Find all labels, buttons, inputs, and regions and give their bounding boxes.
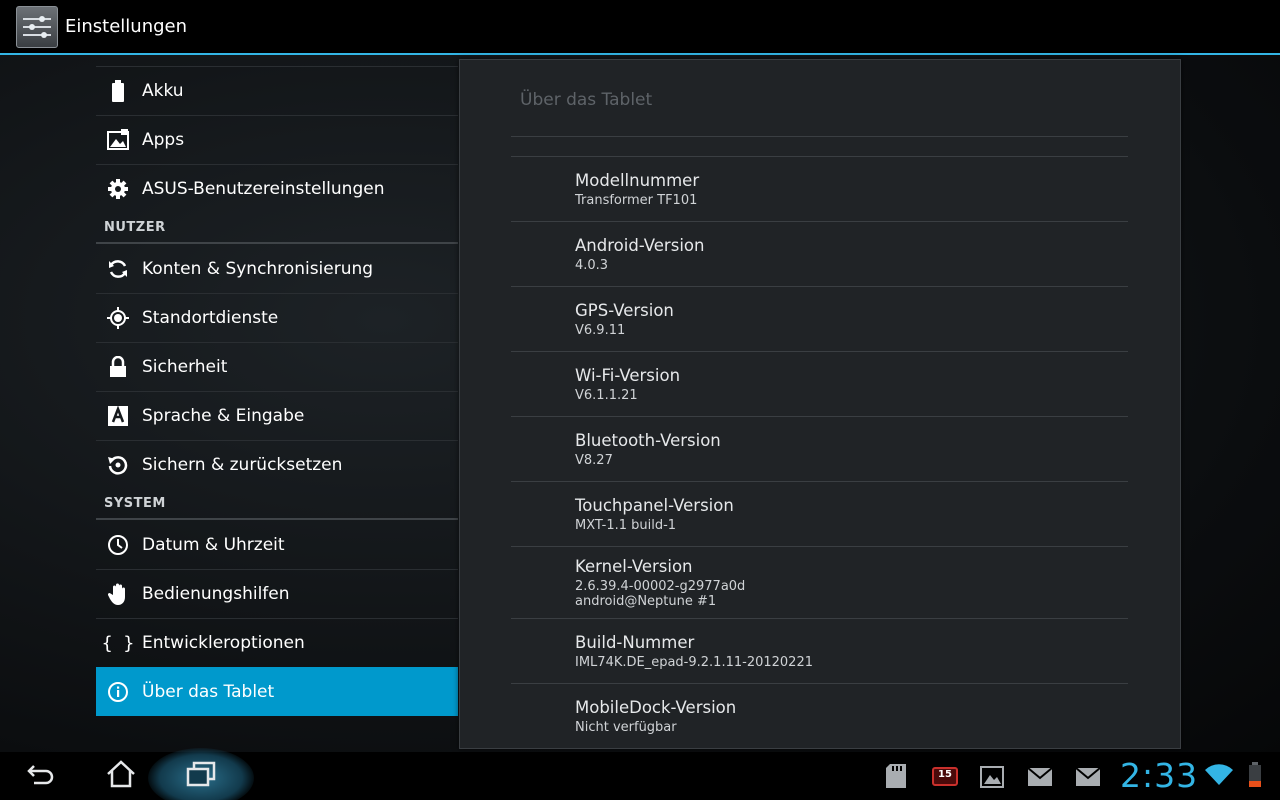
info-item-build-number[interactable]: Build-Nummer IML74K.DE_epad-9.2.1.11-201…: [511, 619, 1128, 684]
info-list: Modellnummer Transformer TF101 Android-V…: [511, 157, 1128, 748]
info-item-value: V6.1.1.21: [575, 388, 638, 403]
info-item-model[interactable]: Modellnummer Transformer TF101: [511, 157, 1128, 222]
home-button[interactable]: [98, 752, 144, 800]
system-bar: 15 2:33: [0, 748, 1280, 800]
info-item-title: Touchpanel-Version: [575, 496, 734, 515]
list-item-label: Bedienungshilfen: [142, 584, 290, 604]
section-header-user: NUTZER: [96, 213, 458, 244]
back-icon: [26, 762, 56, 790]
info-item-value: V6.9.11: [575, 323, 626, 338]
info-item-title: Kernel-Version: [575, 557, 693, 576]
settings-category-list: Akku Apps ASUS-Benutzereinstellungen NUT…: [96, 66, 458, 716]
list-item-accessibility[interactable]: Bedienungshilfen: [96, 569, 458, 618]
info-item-android-version[interactable]: Android-Version 4.0.3: [511, 222, 1128, 287]
sync-icon: [106, 257, 130, 281]
app-title: Einstellungen: [65, 16, 188, 37]
recent-apps-icon: [186, 761, 216, 791]
battery-low-icon[interactable]: [1248, 762, 1262, 792]
info-item-title: Build-Nummer: [575, 633, 695, 652]
mail-icon[interactable]: [1075, 767, 1101, 790]
settings-sliders-icon[interactable]: [16, 5, 58, 48]
list-item-label: Datum & Uhrzeit: [142, 534, 285, 555]
info-item-gps-version[interactable]: GPS-Version V6.9.11: [511, 287, 1128, 352]
info-item-title: Modellnummer: [575, 171, 700, 190]
list-item-akku[interactable]: Akku: [96, 66, 458, 115]
sd-card-icon[interactable]: [884, 763, 908, 793]
action-bar: Einstellungen: [0, 0, 1280, 55]
info-item-bluetooth-version[interactable]: Bluetooth-Version V8.27: [511, 417, 1128, 482]
about-tablet-panel: Über das Tablet Modellnummer Transformer…: [459, 59, 1181, 749]
list-item-location[interactable]: Standortdienste: [96, 293, 458, 342]
list-item-developer-options[interactable]: { } Entwickleroptionen: [96, 618, 458, 667]
divider: [511, 136, 1128, 137]
info-item-value: 2.6.39.4-00002-g2977a0d: [575, 579, 746, 594]
info-item-value: IML74K.DE_epad-9.2.1.11-20120221: [575, 655, 813, 670]
list-item-label: Entwickleroptionen: [142, 633, 305, 653]
location-icon: [106, 306, 130, 330]
language-icon: [106, 404, 130, 428]
info-item-title: Bluetooth-Version: [575, 431, 721, 450]
list-item-label: Über das Tablet: [142, 682, 275, 702]
list-item-label: Konten & Synchronisierung: [142, 258, 374, 279]
info-item-value: Nicht verfügbar: [575, 720, 677, 735]
panel-title: Über das Tablet: [520, 90, 653, 110]
apps-icon: [106, 128, 130, 152]
clock-icon: [106, 533, 130, 557]
list-item-date-time[interactable]: Datum & Uhrzeit: [96, 520, 458, 569]
list-item-label: Akku: [142, 81, 184, 101]
list-item-label: ASUS-Benutzereinstellungen: [142, 179, 385, 199]
back-button[interactable]: [18, 752, 64, 800]
list-item-label: Standortdienste: [142, 308, 279, 328]
info-item-value: V8.27: [575, 453, 613, 468]
wifi-icon[interactable]: [1205, 764, 1233, 790]
info-item-mobiledock-version[interactable]: MobileDock-Version Nicht verfügbar: [511, 684, 1128, 748]
info-item-kernel-version[interactable]: Kernel-Version 2.6.39.4-00002-g2977a0d a…: [511, 547, 1128, 619]
backup-icon: [106, 453, 130, 477]
braces-icon: { }: [101, 632, 135, 654]
section-header-system: SYSTEM: [96, 489, 458, 520]
list-item-about-tablet[interactable]: Über das Tablet: [96, 667, 458, 716]
list-item-label: Sprache & Eingabe: [142, 406, 305, 426]
list-item-asus-settings[interactable]: ASUS-Benutzereinstellungen: [96, 164, 458, 213]
calendar-badge: 15: [938, 769, 952, 780]
recent-apps-button[interactable]: [178, 752, 224, 800]
info-item-value: MXT-1.1 build-1: [575, 518, 677, 533]
info-item-value: Transformer TF101: [575, 193, 698, 208]
gear-icon: [106, 177, 130, 201]
list-item-accounts-sync[interactable]: Konten & Synchronisierung: [96, 244, 458, 293]
info-item-title: Wi-Fi-Version: [575, 366, 681, 385]
list-item-label: Sicherheit: [142, 357, 228, 377]
mail-icon[interactable]: [1027, 767, 1053, 790]
info-item-value-line2: android@Neptune #1: [575, 594, 717, 609]
gallery-icon[interactable]: [980, 766, 1004, 792]
info-item-title: Android-Version: [575, 236, 705, 255]
list-item-language-input[interactable]: Sprache & Eingabe: [96, 391, 458, 440]
list-item-label: Sichern & zurücksetzen: [142, 455, 343, 475]
list-item-security[interactable]: Sicherheit: [96, 342, 458, 391]
list-item-label: Apps: [142, 130, 185, 150]
info-item-title: MobileDock-Version: [575, 698, 737, 717]
home-icon: [106, 760, 136, 792]
lock-icon: [106, 355, 130, 379]
info-icon: [106, 680, 130, 704]
info-item-title: GPS-Version: [575, 301, 674, 320]
list-item-apps[interactable]: Apps: [96, 115, 458, 164]
info-item-wifi-version[interactable]: Wi-Fi-Version V6.1.1.21: [511, 352, 1128, 417]
clock[interactable]: 2:33: [1120, 756, 1198, 795]
info-item-value: 4.0.3: [575, 258, 609, 273]
hand-icon: [106, 582, 130, 606]
battery-icon: [106, 79, 130, 103]
list-item-backup-reset[interactable]: Sichern & zurücksetzen: [96, 440, 458, 489]
info-item-touchpanel-version[interactable]: Touchpanel-Version MXT-1.1 build-1: [511, 482, 1128, 547]
